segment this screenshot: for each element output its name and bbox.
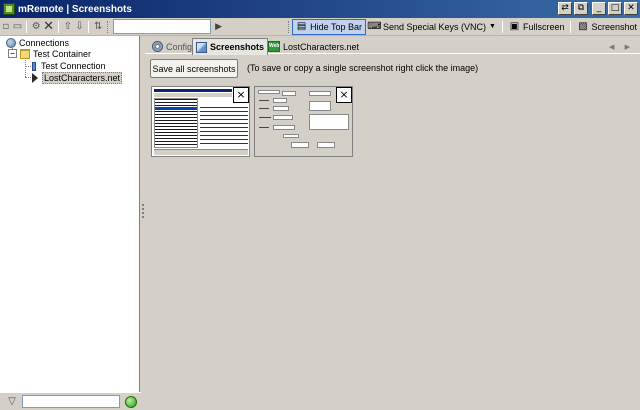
toolbar-separator bbox=[501, 20, 503, 33]
screenshot-label: Screenshot bbox=[591, 21, 638, 32]
toolbar-separator bbox=[570, 20, 572, 33]
close-thumbnail-button[interactable]: × bbox=[233, 87, 249, 103]
thumbnail-art bbox=[309, 114, 349, 130]
delete-icon[interactable]: ✕ bbox=[43, 19, 54, 34]
filter-input[interactable] bbox=[22, 395, 120, 408]
tab-strip: Config Screenshots Web LostCharacters.ne… bbox=[145, 38, 640, 55]
tab-label: Screenshots bbox=[210, 42, 265, 52]
window-controls: ⇄ ⧉ _ □ ✕ bbox=[558, 2, 638, 15]
screenshots-hint: (To save or copy a single screenshot rig… bbox=[247, 63, 479, 73]
thumbnail-art bbox=[273, 115, 293, 120]
thumbnail-art bbox=[259, 100, 269, 101]
tab-config[interactable]: Config bbox=[149, 39, 195, 54]
thumbnail-art bbox=[259, 127, 269, 128]
thumbnail-art bbox=[200, 107, 248, 147]
gear-icon bbox=[152, 41, 163, 52]
hide-top-bar-label: Hide Top Bar bbox=[310, 21, 362, 32]
filter-icon[interactable]: ▽ bbox=[6, 396, 18, 408]
thumbnail-art bbox=[283, 134, 299, 138]
tree-item-test-container[interactable]: Test Container bbox=[20, 48, 91, 60]
move-down-icon[interactable]: ⇩ bbox=[75, 20, 85, 34]
connection-icon bbox=[32, 61, 36, 71]
restore-panel-icon[interactable]: ⧉ bbox=[574, 2, 588, 15]
tree-item-label: Test Connection bbox=[41, 61, 106, 71]
thumbnail-art bbox=[273, 98, 287, 103]
toolbar-separator bbox=[26, 20, 28, 33]
toolbar-grip[interactable] bbox=[287, 20, 290, 33]
tab-lostcharacters[interactable]: Web LostCharacters.net bbox=[265, 39, 362, 54]
tab-label: LostCharacters.net bbox=[283, 41, 360, 52]
tab-scroll-arrows[interactable]: ◀ ▶ bbox=[609, 43, 634, 51]
keyboard-icon: ⌨ bbox=[367, 21, 382, 32]
maximize-button[interactable]: □ bbox=[608, 2, 622, 15]
tree-item-label: LostCharacters.net bbox=[42, 72, 123, 84]
fullscreen-button[interactable]: ▣ Fullscreen bbox=[506, 19, 568, 35]
app-icon bbox=[3, 3, 15, 15]
web-icon: Web bbox=[268, 41, 280, 52]
status-icon bbox=[125, 395, 137, 408]
filter-bar: ▽ bbox=[0, 392, 141, 410]
globe-icon bbox=[6, 38, 16, 48]
new-file-icon[interactable]: ▫ bbox=[1, 20, 11, 34]
close-thumbnail-button[interactable]: × bbox=[336, 87, 352, 103]
main-toolbar: ▫ ▭ ⚙ ✕ ⇧ ⇩ ⇅ ▶ ▤ Hide Top Bar ⌨ Send Sp… bbox=[0, 18, 640, 36]
fullscreen-icon: ▣ bbox=[509, 21, 520, 32]
splitter-grip bbox=[142, 204, 144, 218]
tree-root-label: Connections bbox=[19, 38, 70, 48]
screenshot-icon bbox=[196, 41, 207, 53]
new-folder-icon[interactable]: ▭ bbox=[13, 20, 23, 34]
connect-icon[interactable]: ⚙ bbox=[31, 20, 41, 34]
hide-top-bar-icon: ▤ bbox=[296, 21, 307, 32]
screenshot-button[interactable]: ▧ Screenshot bbox=[574, 19, 640, 35]
fullscreen-label: Fullscreen bbox=[522, 21, 565, 32]
thumbnail-art bbox=[309, 91, 331, 96]
connections-panel: Connections − Test Container Test Connec… bbox=[0, 36, 140, 392]
tree-item-label: Test Container bbox=[33, 49, 92, 59]
screenshot-icon: ▧ bbox=[578, 21, 588, 32]
save-all-screenshots-button[interactable]: Save all screenshots bbox=[150, 59, 238, 78]
switch-icon[interactable]: ⇄ bbox=[558, 2, 572, 15]
toolbar-separator bbox=[57, 20, 59, 33]
screenshot-thumbnail[interactable]: × bbox=[151, 86, 250, 157]
title-bar: mRemote | Screenshots ⇄ ⧉ _ □ ✕ bbox=[0, 0, 640, 18]
go-arrow-icon[interactable]: ▶ bbox=[214, 20, 222, 34]
main-panel: Config Screenshots Web LostCharacters.ne… bbox=[145, 36, 640, 410]
collapse-toggle[interactable]: − bbox=[8, 49, 17, 58]
screenshot-thumbnail[interactable]: × bbox=[254, 86, 353, 157]
thumbnail-art bbox=[317, 142, 335, 148]
toolbar-separator bbox=[88, 20, 90, 33]
sort-icon[interactable]: ⇅ bbox=[93, 20, 103, 34]
play-icon bbox=[32, 73, 38, 83]
thumbnail-art bbox=[291, 142, 309, 148]
tree-item-test-connection[interactable]: Test Connection bbox=[29, 60, 106, 72]
minimize-button[interactable]: _ bbox=[592, 2, 606, 15]
thumbnail-art bbox=[259, 117, 271, 118]
tab-label: Config bbox=[166, 41, 193, 52]
tab-screenshots[interactable]: Screenshots bbox=[192, 38, 269, 55]
move-up-icon[interactable]: ⇧ bbox=[63, 20, 73, 34]
thumbnail-art bbox=[154, 98, 198, 148]
close-button[interactable]: ✕ bbox=[624, 2, 638, 15]
thumbnail-art bbox=[258, 90, 280, 94]
thumbnail-art bbox=[154, 89, 232, 92]
thumbnail-art bbox=[154, 149, 248, 155]
toolbar-grip[interactable] bbox=[107, 20, 109, 33]
send-special-keys-label: Send Special Keys (VNC) bbox=[382, 21, 487, 32]
quick-connect-input[interactable] bbox=[113, 19, 212, 34]
thumbnail-art bbox=[154, 93, 232, 97]
chevron-down-icon: ▼ bbox=[489, 23, 496, 30]
tree-line bbox=[25, 58, 26, 77]
thumbnail-art bbox=[309, 101, 331, 111]
thumbnail-art bbox=[282, 91, 296, 96]
tree-item-lostcharacters[interactable]: LostCharacters.net bbox=[29, 72, 123, 84]
thumbnail-art bbox=[273, 106, 289, 111]
hide-top-bar-button[interactable]: ▤ Hide Top Bar bbox=[292, 18, 366, 35]
window-title: mRemote | Screenshots bbox=[18, 3, 132, 15]
thumbnail-art bbox=[259, 108, 269, 109]
send-special-keys-button[interactable]: ⌨ Send Special Keys (VNC) ▼ bbox=[366, 19, 499, 35]
screenshots-content: Save all screenshots (To save or copy a … bbox=[146, 55, 639, 409]
thumbnail-art bbox=[273, 125, 295, 130]
